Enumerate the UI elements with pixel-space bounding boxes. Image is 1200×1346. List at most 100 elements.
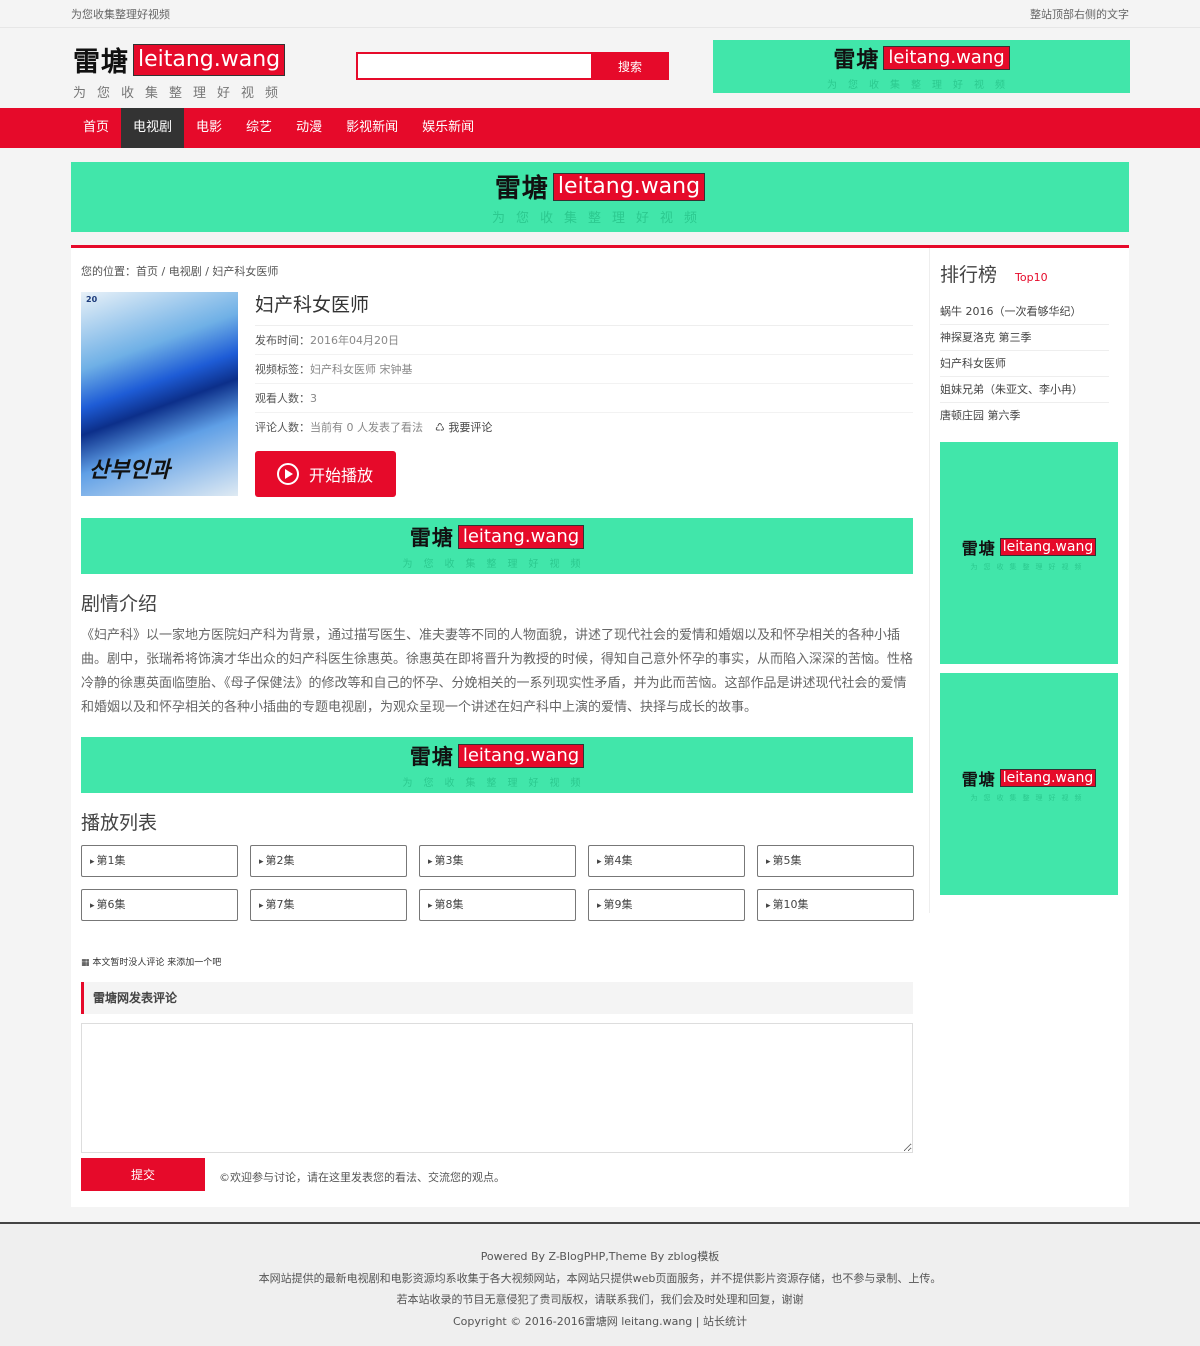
ranking-title: 排行榜: [940, 264, 998, 286]
tags-label: 视频标签：: [255, 363, 310, 376]
comment-form-title: 雷塘网发表评论: [81, 982, 913, 1014]
episode-button[interactable]: 第3集: [419, 845, 576, 877]
ranking-item[interactable]: 蜗牛 2016（一次看够华纪）: [940, 299, 1109, 325]
ranking-header: 排行榜 Top10: [940, 260, 1119, 287]
ranking-item[interactable]: 姐妹兄弟（朱亚文、李小冉）: [940, 377, 1109, 403]
tags-value[interactable]: 妇产科女医师 宋钟基: [310, 363, 413, 376]
footer-copyright-notice: 若本站收录的节目无意侵犯了贵司版权，请联系我们，我们会及时处理和回复，谢谢: [396, 1293, 804, 1306]
ad-logo-en: leitang.wang: [883, 46, 1010, 70]
nav-item-anime[interactable]: 动漫: [284, 108, 334, 148]
logo-cn-text: 雷塘: [73, 47, 129, 78]
ad-logo-en: leitang.wang: [552, 172, 706, 201]
top-bar-right-text: 整站顶部右侧的文字: [1030, 8, 1129, 21]
comment-textarea[interactable]: [81, 1023, 913, 1153]
comment-count: 评论人数：当前有 0 人发表了看法 ♺ 我要评论: [255, 413, 913, 442]
video-poster[interactable]: 20 산부인과: [81, 292, 238, 496]
sidebar: 排行榜 Top10 蜗牛 2016（一次看够华纪） 神探夏洛克 第三季 妇产科女…: [929, 248, 1119, 913]
episode-button[interactable]: 第4集: [588, 845, 745, 877]
ad-logo-cn: 雷塘: [494, 174, 549, 204]
submit-comment-button[interactable]: 提交: [81, 1158, 205, 1191]
ranking-subtitle: Top10: [1015, 271, 1048, 284]
footer-disclaimer: 本网站提供的最新电视剧和电影资源均系收集于各大视频网站，本网站只提供web页面服…: [258, 1271, 942, 1285]
nav-item-film-news[interactable]: 影视新闻: [334, 108, 410, 148]
episode-button[interactable]: 第7集: [250, 889, 407, 921]
poster-badge: 20: [86, 295, 98, 304]
footer-copyright: Copyright © 2016-2016雷塘网 leitang.wang | …: [453, 1314, 747, 1328]
episode-button[interactable]: 第2集: [250, 845, 407, 877]
nav-item-variety[interactable]: 综艺: [234, 108, 284, 148]
publish-date: 发布时间：2016年04月20日: [255, 326, 913, 355]
comments-label: 评论人数：: [255, 421, 310, 434]
logo-en-text: leitang.wang: [133, 43, 286, 76]
playlist-title: 播放列表: [81, 812, 158, 834]
ranking-item[interactable]: 唐顿庄园 第六季: [940, 403, 1109, 429]
publish-value: 2016年04月20日: [310, 334, 399, 347]
episode-button[interactable]: 第5集: [757, 845, 914, 877]
ad-tagline: 为您收集整理好视频: [402, 778, 592, 789]
ad-logo-cn: 雷塘: [961, 538, 996, 558]
main-content: 您的位置：首页 / 电视剧 / 妇产科女医师 20 산부인과 妇产科女医师 发布…: [71, 245, 1129, 1207]
ad-tagline: 为您收集整理好视频: [827, 80, 1016, 91]
search-button[interactable]: 搜索: [591, 52, 669, 80]
site-header: 雷塘 leitang.wang 为您收集整理好视频 搜索 雷塘 leitang.…: [0, 28, 1200, 108]
ad-logo-en: leitang.wang: [999, 537, 1097, 556]
top-bar: 为您收集整理好视频 整站顶部右侧的文字: [0, 0, 1200, 28]
ad-logo-en: leitang.wang: [457, 744, 585, 768]
sidebar-ad-2[interactable]: 雷塘 leitang.wang 为您收集整理好视频: [940, 673, 1118, 895]
write-comment-link[interactable]: ♺ 我要评论: [435, 421, 492, 434]
breadcrumb: 您的位置：首页 / 电视剧 / 妇产科女医师: [81, 265, 279, 278]
nav-item-ent-news[interactable]: 娱乐新闻: [410, 108, 486, 148]
view-count: 观看人数：3: [255, 384, 913, 413]
ad-tagline: 为您收集整理好视频: [402, 559, 592, 570]
main-nav: 首页 电视剧 电影 综艺 动漫 影视新闻 娱乐新闻: [0, 108, 1200, 148]
site-logo[interactable]: 雷塘 leitang.wang 为您收集整理好视频: [73, 40, 289, 101]
play-button-label: 开始播放: [309, 466, 374, 485]
header-ad-banner[interactable]: 雷塘 leitang.wang 为您收集整理好视频: [713, 40, 1130, 93]
publish-label: 发布时间：: [255, 334, 310, 347]
nav-item-home[interactable]: 首页: [71, 108, 121, 148]
views-label: 观看人数：: [255, 392, 310, 405]
search-input[interactable]: [356, 52, 591, 80]
plot-title: 剧情介绍: [81, 593, 158, 615]
episode-button[interactable]: 第1集: [81, 845, 238, 877]
ranking-item[interactable]: 妇产科女医师: [940, 351, 1109, 377]
search-form: 搜索: [356, 52, 669, 80]
plot-text: 《妇产科》以一家地方医院妇产科为背景，通过描写医生、准夫妻等不同的人物面貌，讲述…: [81, 628, 914, 715]
video-title: 妇产科女医师: [255, 290, 913, 326]
site-footer: Powered By Z-BlogPHP,Theme By zblog模板 本网…: [0, 1222, 1200, 1346]
views-value: 3: [310, 392, 317, 405]
ad-logo-cn: 雷塘: [409, 526, 454, 550]
ad-tagline: 为您收集整理好视频: [970, 793, 1088, 802]
footer-powered-by: Powered By Z-BlogPHP,Theme By zblog模板: [480, 1250, 720, 1263]
ad-tagline: 为您收集整理好视频: [970, 562, 1088, 571]
play-icon: [277, 463, 299, 485]
ad-logo-en: leitang.wang: [999, 768, 1097, 787]
top-bar-left-text: 为您收集整理好视频: [71, 8, 170, 21]
ad-logo-cn: 雷塘: [409, 745, 454, 769]
sidebar-ad-1[interactable]: 雷塘 leitang.wang 为您收集整理好视频: [940, 442, 1118, 664]
ranking-item[interactable]: 神探夏洛克 第三季: [940, 325, 1109, 351]
ad-tagline: 为您收集整理好视频: [491, 211, 708, 226]
video-info: 妇产科女医师 发布时间：2016年04月20日 视频标签：妇产科女医师 宋钟基 …: [255, 290, 913, 497]
episode-button[interactable]: 第8集: [419, 889, 576, 921]
episode-button[interactable]: 第9集: [588, 889, 745, 921]
article-column: 您的位置：首页 / 电视剧 / 妇产科女医师 20 산부인과 妇产科女医师 发布…: [81, 248, 914, 1191]
content-ad-banner-2[interactable]: 雷塘 leitang.wang 为您收集整理好视频: [81, 737, 913, 793]
episode-list: 第1集 第2集 第3集 第4集 第5集 第6集 第7集 第8集 第9集 第10集: [81, 845, 914, 921]
play-button[interactable]: 开始播放: [255, 451, 396, 497]
episode-button[interactable]: 第10集: [757, 889, 914, 921]
video-tags: 视频标签：妇产科女医师 宋钟基: [255, 355, 913, 384]
episode-button[interactable]: 第6集: [81, 889, 238, 921]
comment-tip: ©欢迎参与讨论，请在这里发表您的看法、交流您的观点。: [219, 1171, 505, 1184]
logo-tagline: 为您收集整理好视频: [73, 86, 290, 101]
top-ad-banner[interactable]: 雷塘 leitang.wang 为您收集整理好视频: [71, 162, 1129, 232]
comments-value: 当前有 0 人发表了看法: [310, 421, 423, 434]
content-ad-banner-1[interactable]: 雷塘 leitang.wang 为您收集整理好视频: [81, 518, 913, 574]
nav-item-tv[interactable]: 电视剧: [121, 108, 185, 148]
ad-logo-cn: 雷塘: [833, 48, 880, 73]
no-comment-text: ▦ 本文暂时没人评论 来添加一个吧: [81, 958, 222, 968]
ranking-list: 蜗牛 2016（一次看够华纪） 神探夏洛克 第三季 妇产科女医师 姐妹兄弟（朱亚…: [940, 299, 1109, 429]
ad-logo-cn: 雷塘: [961, 769, 996, 789]
nav-item-movie[interactable]: 电影: [184, 108, 234, 148]
poster-title: 산부인과: [89, 458, 170, 483]
